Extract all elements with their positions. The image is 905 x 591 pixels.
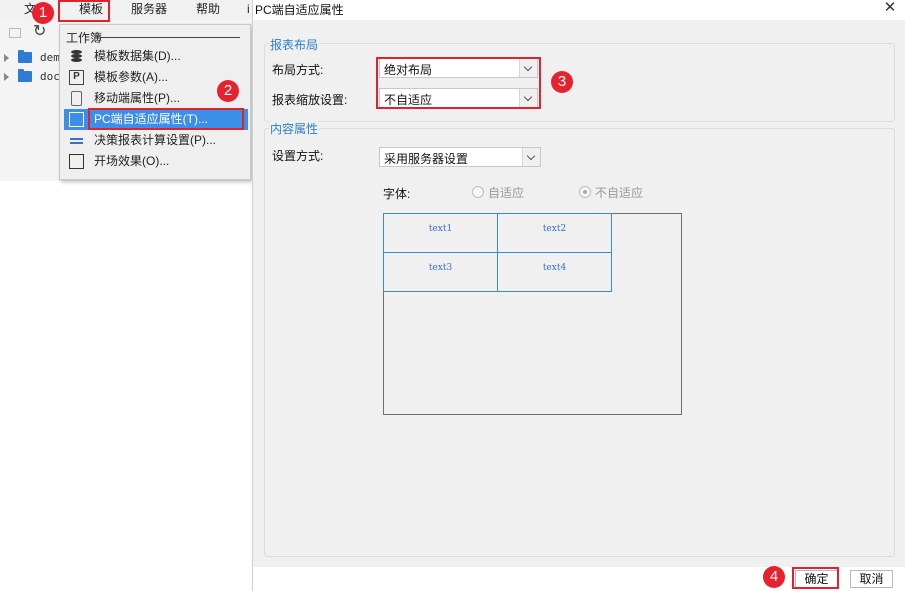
radio-label: 不自适应 (595, 186, 644, 200)
content-props-title: 内容属性 (269, 120, 320, 137)
dialog-title: PC端自适应属性 (255, 3, 344, 17)
tree-item-label: dem (40, 51, 60, 64)
setting-mode-value: 采用服务器设置 (384, 152, 469, 166)
menu-divider (100, 37, 240, 38)
mobile-icon (71, 91, 82, 106)
new-folder-icon[interactable] (9, 28, 21, 38)
scale-select[interactable]: 不自适应 (379, 88, 538, 108)
preview-cell: text1 (383, 213, 498, 253)
menu-template[interactable]: 模板 (79, 0, 103, 20)
chevron-down-icon[interactable] (519, 89, 537, 107)
menu-item-label: 移动端属性(P)... (94, 91, 180, 105)
menu-item-label: PC端自适应属性(T)... (94, 112, 208, 126)
menu-item-opening-effect[interactable]: 开场效果(O)... (64, 151, 248, 172)
cancel-button[interactable]: 取消 (850, 570, 893, 588)
report-layout-group (264, 43, 895, 122)
menu-item-label: 模板数据集(D)... (94, 49, 181, 63)
radio-checked-icon[interactable] (579, 186, 591, 198)
menu-item-label: 决策报表计算设置(P)... (94, 133, 216, 147)
step-marker-2: 2 (217, 80, 239, 102)
step-marker-1: 1 (32, 2, 54, 24)
font-label: 字体: (383, 187, 411, 201)
folder-icon (18, 50, 32, 63)
scale-label: 报表缩放设置: (272, 93, 348, 107)
tree-toolbar: ↻ (0, 22, 60, 44)
expand-icon (69, 112, 84, 127)
pc-adaptive-dialog: PC端自适应属性 ✕ 报表布局 布局方式: 绝对布局 报表缩放设置: 不自适应 … (252, 0, 905, 591)
menu-item-dataset[interactable]: 模板数据集(D)... (64, 46, 248, 67)
film-icon (69, 154, 84, 169)
menu-help[interactable]: 帮助 (196, 0, 220, 20)
radio-label: 自适应 (488, 186, 525, 200)
lines-icon (69, 133, 84, 148)
menu-item-pc-adaptive[interactable]: PC端自适应属性(T)... (64, 109, 248, 130)
expand-arrow-icon[interactable] (4, 54, 9, 62)
preview-cell: text3 (383, 252, 498, 292)
close-icon[interactable]: ✕ (881, 0, 899, 18)
report-layout-title: 报表布局 (269, 36, 320, 53)
tree-item-label: doc (40, 70, 60, 83)
menu-section-header: 工作簿 (66, 31, 103, 45)
parameter-icon: P (69, 70, 84, 85)
setting-mode-label: 设置方式: (272, 149, 324, 163)
scale-value: 不自适应 (384, 93, 433, 107)
chevron-down-icon[interactable] (519, 59, 537, 77)
menu-item-label: 开场效果(O)... (94, 154, 170, 168)
folder-icon (18, 69, 32, 82)
dialog-body: 报表布局 布局方式: 绝对布局 报表缩放设置: 不自适应 内容属性 设置方式: … (253, 20, 905, 567)
radio-icon[interactable] (472, 186, 484, 198)
layout-mode-select[interactable]: 绝对布局 (379, 58, 538, 78)
chevron-down-icon[interactable] (522, 148, 540, 166)
template-menu: 工作簿 模板数据集(D)... P 模板参数(A)... 移动端属性(P)...… (59, 24, 251, 180)
layout-mode-label: 布局方式: (272, 63, 324, 77)
menu-item-decision-calc[interactable]: 决策报表计算设置(P)... (64, 130, 248, 151)
menu-server[interactable]: 服务器 (131, 0, 167, 20)
menu-extra[interactable]: i (247, 0, 250, 20)
menu-item-label: 模板参数(A)... (94, 70, 168, 84)
refresh-icon[interactable]: ↻ (33, 24, 46, 40)
preview-cell: text2 (497, 213, 612, 253)
step-marker-4: 4 (763, 566, 785, 588)
preview-frame: text1 text2 text3 text4 (383, 213, 682, 415)
screenshot-root: 文 模板 服务器 帮助 i ↻ dem doc 工作簿 模板数据集(D)... … (0, 0, 905, 591)
ok-button[interactable]: 确定 (795, 570, 838, 588)
layout-mode-value: 绝对布局 (384, 63, 433, 77)
expand-arrow-icon[interactable] (4, 73, 9, 81)
setting-mode-select[interactable]: 采用服务器设置 (379, 147, 541, 167)
database-icon (69, 49, 84, 64)
step-marker-3: 3 (551, 71, 573, 93)
preview-cell: text4 (497, 252, 612, 292)
